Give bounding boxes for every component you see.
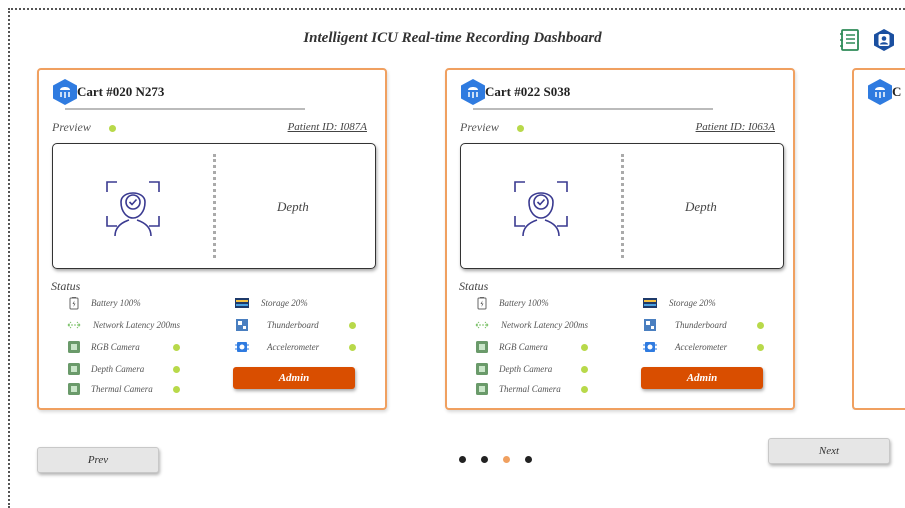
status-label: Status [459, 279, 489, 293]
thunderboard-text: Thunderboard [675, 320, 727, 330]
thunderboard-dot [349, 322, 356, 329]
preview-label: Preview [52, 120, 91, 134]
depth-camera-text: Depth Camera [91, 364, 145, 374]
depth-camera-dot [581, 366, 588, 373]
cart-card[interactable]: C [852, 68, 905, 410]
preview-panel: Depth [460, 143, 784, 269]
preview-label: Preview [460, 120, 499, 134]
storage-text: Storage 20% [261, 298, 308, 308]
cart-name: C [892, 84, 902, 99]
storage-icon [643, 298, 657, 308]
storage-text: Storage 20% [669, 298, 716, 308]
accelerometer-text: Accelerometer [267, 342, 320, 352]
header-underline [65, 108, 305, 110]
cart-name: Cart #020 N273 [77, 84, 165, 99]
rgb-camera-dot [173, 344, 180, 351]
page-dot-4[interactable] [525, 456, 532, 463]
cart-hex-icon [53, 79, 77, 105]
preview-status-dot [517, 125, 524, 132]
cart-hex-icon [461, 79, 485, 105]
page-dot-2[interactable] [481, 456, 488, 463]
admin-button[interactable]: Admin [233, 367, 355, 389]
admin-button[interactable]: Admin [641, 367, 763, 389]
storage-icon [235, 298, 249, 308]
board-icon [644, 319, 656, 331]
page-title: Intelligent ICU Real-time Recording Dash… [303, 30, 602, 46]
depth-camera-text: Depth Camera [499, 364, 553, 374]
rgb-camera-text: RGB Camera [91, 342, 140, 352]
latency-text: Network Latency 200ms [93, 320, 180, 330]
face-recognition-icon [514, 181, 568, 237]
prev-button[interactable]: Prev [37, 447, 159, 473]
battery-text: Battery 100% [91, 298, 141, 308]
latency-text: Network Latency 200ms [501, 320, 588, 330]
patient-id-link[interactable]: Patient ID: I063A [696, 121, 775, 133]
battery-icon [477, 297, 487, 310]
patient-id-link[interactable]: Patient ID: I087A [288, 121, 367, 133]
chip-icon [68, 341, 80, 353]
network-arrows-icon [475, 321, 489, 329]
page-dot-3[interactable] [503, 456, 510, 463]
thunderboard-dot [757, 322, 764, 329]
page-dot-1[interactable] [459, 456, 466, 463]
accelerometer-dot [349, 344, 356, 351]
thermal-camera-text: Thermal Camera [91, 384, 153, 394]
accelerometer-dot [757, 344, 764, 351]
preview-panel: Depth [52, 143, 376, 269]
rgb-camera-dot [581, 344, 588, 351]
battery-icon [69, 297, 79, 310]
face-recognition-icon [106, 181, 160, 237]
cart-name: Cart #022 S038 [485, 84, 571, 99]
chip-icon [68, 383, 80, 395]
thunderboard-text: Thunderboard [267, 320, 319, 330]
thermal-camera-dot [581, 386, 588, 393]
chip-icon [476, 383, 488, 395]
next-button[interactable]: Next [768, 438, 890, 464]
preview-divider [213, 154, 216, 258]
sensor-chip-icon [643, 342, 657, 352]
cart-card-clip: C [852, 68, 905, 410]
thermal-camera-text: Thermal Camera [499, 384, 561, 394]
user-badge-icon[interactable] [872, 28, 896, 52]
board-icon [236, 319, 248, 331]
cart-card[interactable]: Cart #020 N273 Preview Patient ID: I087A… [37, 68, 387, 410]
depth-label: Depth [685, 199, 717, 214]
battery-text: Battery 100% [499, 298, 549, 308]
chip-icon [476, 341, 488, 353]
cart-card[interactable]: Cart #022 S038 Preview Patient ID: I063A… [445, 68, 795, 410]
chip-icon [476, 363, 488, 375]
status-label: Status [51, 279, 81, 293]
preview-status-dot [109, 125, 116, 132]
accelerometer-text: Accelerometer [675, 342, 728, 352]
header-underline [473, 108, 713, 110]
chip-icon [68, 363, 80, 375]
depth-label: Depth [277, 199, 309, 214]
network-arrows-icon [67, 321, 81, 329]
depth-camera-dot [173, 366, 180, 373]
notebook-icon[interactable] [838, 28, 862, 52]
preview-divider [621, 154, 624, 258]
thermal-camera-dot [173, 386, 180, 393]
sensor-chip-icon [235, 342, 249, 352]
rgb-camera-text: RGB Camera [499, 342, 548, 352]
cart-hex-icon [868, 79, 892, 105]
